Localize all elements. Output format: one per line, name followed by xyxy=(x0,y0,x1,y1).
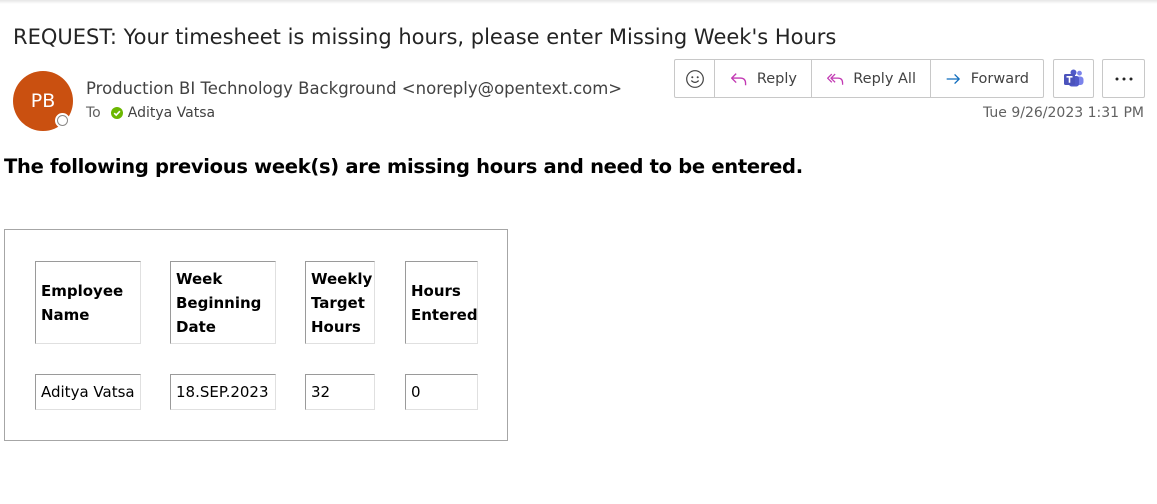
forward-button[interactable]: Forward xyxy=(931,60,1043,97)
table-cell-employee-name: Aditya Vatsa xyxy=(35,374,141,410)
body-heading: The following previous week(s) are missi… xyxy=(4,155,803,178)
reply-all-label: Reply All xyxy=(853,70,916,87)
recipient-name[interactable]: Aditya Vatsa xyxy=(128,105,215,121)
reply-icon xyxy=(731,72,747,85)
sent-date: Tue 9/26/2023 1:31 PM xyxy=(982,105,1144,121)
presence-status-icon xyxy=(55,113,70,128)
more-actions-button[interactable] xyxy=(1102,59,1145,98)
email-subject: REQUEST: Your timesheet is missing hours… xyxy=(13,25,837,49)
reply-button[interactable]: Reply xyxy=(715,60,812,97)
table-cell-week-beginning-date: 18.SEP.2023 xyxy=(170,374,276,410)
available-check-icon xyxy=(110,107,123,119)
avatar-initials: PB xyxy=(30,90,56,112)
teams-icon xyxy=(1063,69,1083,86)
more-icon xyxy=(1115,77,1132,80)
sender-name[interactable]: Production BI Technology Background <nor… xyxy=(86,79,622,98)
reaction-button[interactable] xyxy=(675,60,715,97)
forward-icon xyxy=(946,73,960,84)
missing-hours-table-container: Employee Name Week Beginning Date Weekly… xyxy=(4,229,508,441)
table-header-cell: Week Beginning Date xyxy=(170,261,276,344)
reply-all-button[interactable]: Reply All xyxy=(812,60,931,97)
table-cell-weekly-target-hours: 32 xyxy=(305,374,375,410)
recipient-line: To Aditya Vatsa xyxy=(86,105,215,121)
message-actions-toolbar: Reply Reply All Forward xyxy=(674,59,1044,98)
teams-chat-button[interactable] xyxy=(1053,59,1094,98)
reply-all-icon xyxy=(827,73,844,85)
to-label: To xyxy=(86,105,101,121)
window-top-edge xyxy=(0,0,1157,4)
table-cell-hours-entered: 0 xyxy=(405,374,478,410)
reply-label: Reply xyxy=(756,70,797,87)
table-header-cell: Hours Entered xyxy=(405,261,478,344)
table-header-cell: Employee Name xyxy=(35,261,141,344)
forward-label: Forward xyxy=(970,70,1029,87)
table-header-cell: Weekly Target Hours xyxy=(305,261,375,344)
emoji-icon xyxy=(685,69,704,88)
